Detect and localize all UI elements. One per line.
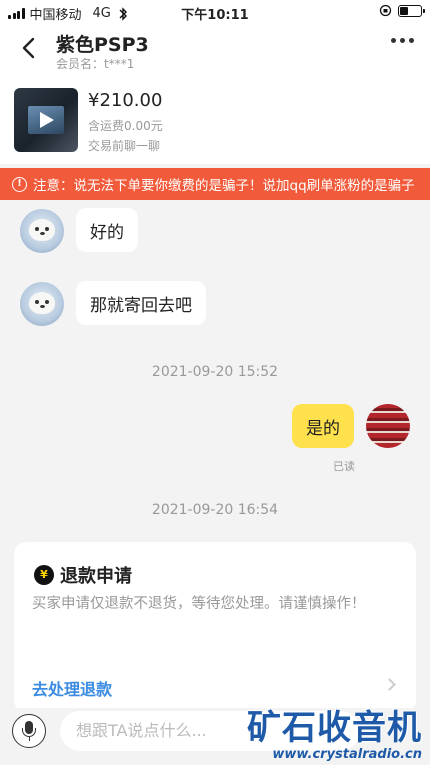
message-timestamp: 2021-09-20 16:54 <box>151 502 279 518</box>
shipping-info: 含运费0.00元 <box>88 119 163 133</box>
clock: 下午10:11 <box>181 8 249 23</box>
back-button[interactable] <box>14 34 42 62</box>
my-avatar[interactable] <box>366 404 410 448</box>
chevron-right-icon <box>383 678 396 691</box>
product-thumbnail[interactable] <box>14 88 78 152</box>
message-bubble[interactable]: 那就寄回去吧 <box>76 281 206 325</box>
back-arrow-icon <box>22 37 35 59</box>
seller-avatar[interactable] <box>20 209 64 253</box>
message-timestamp: 2021-09-20 15:52 <box>151 364 279 380</box>
seller-avatar[interactable] <box>20 282 64 326</box>
product-card[interactable]: ¥210.00 含运费0.00元 交易前聊一聊 <box>0 76 430 164</box>
member-name: 会员名：t***1 <box>56 57 135 71</box>
message-text: 那就寄回去吧 <box>90 295 192 316</box>
chat-title: 紫色PSP3 <box>56 34 149 56</box>
chat-before-trade-hint: 交易前聊一聊 <box>88 139 161 153</box>
play-icon <box>40 112 54 128</box>
refund-icon: ¥ <box>34 565 54 585</box>
watermark-url: www.crystalradio.cn <box>272 747 422 762</box>
message-text: 是的 <box>306 418 340 439</box>
scam-warning-banner: ! 注意：说无法下单要你缴费的是骗子！说加qq刷单涨粉的是骗子 <box>0 168 430 200</box>
message-bubble[interactable]: 好的 <box>76 208 138 252</box>
read-receipt: 已读 <box>333 460 355 473</box>
warning-text: 注意：说无法下单要你缴费的是骗子！说加qq刷单涨粉的是骗子 <box>33 178 415 194</box>
refund-request-card: ¥ 退款申请 买家申请仅退款不退货，等待您处理。请谨慎操作！ 去处理退款 <box>14 542 416 712</box>
orientation-lock-icon <box>379 4 392 17</box>
watermark: 矿石收音机 www.crystalradio.cn <box>247 700 422 762</box>
chat-header: 紫色PSP3 会员名：t***1 <box>0 24 430 76</box>
more-options-button[interactable] <box>391 38 414 43</box>
battery-icon <box>398 4 425 17</box>
exclamation-icon: ! <box>12 176 27 192</box>
refund-description: 买家申请仅退款不退货，等待您处理。请谨慎操作！ <box>32 596 366 612</box>
voice-input-button[interactable] <box>12 714 46 748</box>
handle-refund-link[interactable]: 去处理退款 <box>32 676 112 700</box>
message-text: 好的 <box>90 222 124 243</box>
refund-title: 退款申请 <box>60 566 132 587</box>
my-message-bubble[interactable]: 是的 <box>292 404 354 448</box>
watermark-title: 矿石收音机 <box>247 708 422 748</box>
status-right <box>379 4 425 17</box>
product-price: ¥210.00 <box>88 90 163 111</box>
status-bar: 中国移动 4G 下午10:11 <box>0 0 430 24</box>
